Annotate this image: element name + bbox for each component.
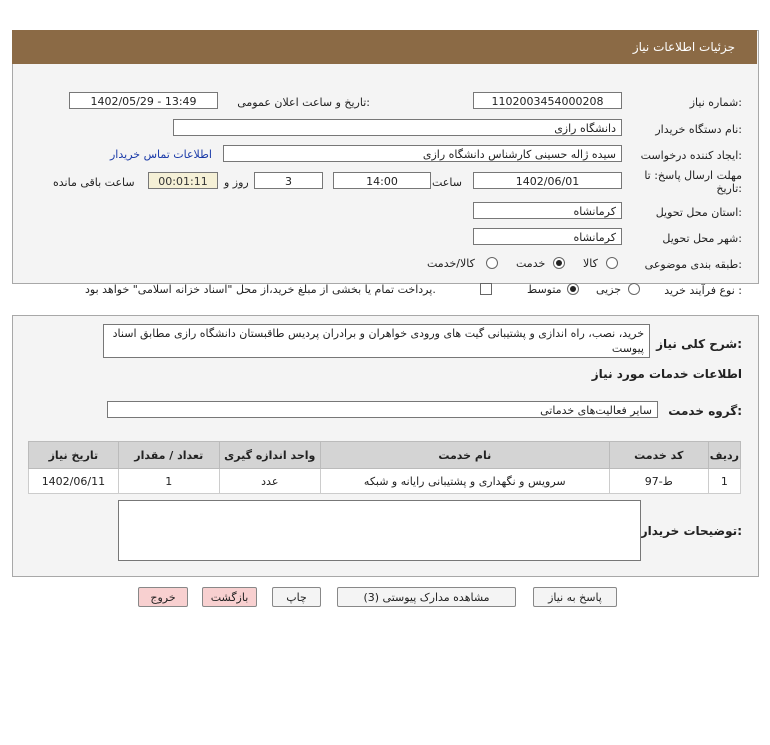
process-label: نوع فرآیند خرید : [664, 284, 742, 297]
page-header: جزئیات اطلاعات نیاز [12, 30, 757, 64]
cell-unit: عدد [218, 468, 321, 494]
table-row: 1 ط-97 سرویس و نگهداری و پشتیبانی رایانه… [28, 468, 742, 494]
province-field: کرمانشاه [473, 202, 622, 219]
buyer-notes-label: توضیحات خریدار: [640, 524, 742, 538]
buyer-org-label: نام دستگاه خریدار: [655, 123, 742, 136]
service-group-field: سایر فعالیت‌های خدماتی [107, 401, 658, 418]
service-group-label: گروه خدمت: [668, 404, 742, 418]
table-header-row: ردیف کد خدمت نام خدمت واحد اندازه گیری ت… [28, 441, 742, 469]
creator-field: سیده ژاله حسینی کارشناس دانشگاه رازی [223, 145, 622, 162]
deadline-date-field: 1402/06/01 [473, 172, 622, 189]
cell-date: 1402/06/11 [28, 468, 119, 494]
category-radio-service[interactable] [553, 257, 565, 269]
col-unit-header: واحد اندازه گیری [218, 441, 321, 469]
need-number-field: 1102003454000208 [473, 92, 622, 109]
col-date-header: تاریخ نیاز [28, 441, 119, 469]
col-code-header: کد خدمت [608, 441, 709, 469]
cell-code: ط-97 [608, 468, 709, 494]
buyer-notes-field [118, 500, 641, 561]
category-option-goods: کالا [583, 257, 598, 270]
summary-label: شرح کلی نیاز: [656, 337, 742, 351]
creator-label: ایجاد کننده درخواست: [640, 149, 742, 162]
deadline-date-label: تاریخ: [716, 182, 742, 195]
process-option-medium: متوسط [527, 283, 562, 296]
print-button[interactable]: چاپ [272, 587, 321, 607]
services-section-title: اطلاعات خدمات مورد نیاز [591, 367, 742, 381]
days-field: 3 [254, 172, 323, 189]
city-field: کرمانشاه [473, 228, 622, 245]
buyer-org-field: دانشگاه رازی [173, 119, 622, 136]
exit-button[interactable]: خروج [138, 587, 188, 607]
back-button[interactable]: بازگشت [202, 587, 257, 607]
days-label: روز و [224, 176, 249, 189]
view-attachments-button[interactable]: مشاهده مدارک پیوستی (3) [337, 587, 516, 607]
province-label: استان محل تحویل: [655, 206, 742, 219]
category-option-service: خدمت [516, 257, 546, 270]
city-label: شهر محل تحویل: [662, 232, 742, 245]
need-number-label: شماره نیاز: [689, 96, 742, 109]
summary-field: خرید، نصب، راه اندازی و پشتیبانی گیت های… [103, 324, 650, 358]
buyer-contact-link[interactable]: اطلاعات تماس خریدار [110, 148, 212, 161]
category-radio-goods[interactable] [606, 257, 618, 269]
reply-button[interactable]: پاسخ به نیاز [533, 587, 617, 607]
process-radio-medium[interactable] [567, 283, 579, 295]
col-name-header: نام خدمت [319, 441, 610, 469]
deadline-time-field: 14:00 [333, 172, 431, 189]
process-radio-minor[interactable] [628, 283, 640, 295]
category-radio-goods-service[interactable] [486, 257, 498, 269]
cell-name: سرویس و نگهداری و پشتیبانی رایانه و شبکه [319, 468, 610, 494]
page-title: جزئیات اطلاعات نیاز [632, 40, 735, 54]
category-option-goods-service: کالا/خدمت [427, 257, 475, 270]
process-option-minor: جزیی [596, 283, 622, 296]
cell-qty: 1 [117, 468, 220, 494]
cell-row: 1 [707, 468, 742, 494]
services-table: ردیف کد خدمت نام خدمت واحد اندازه گیری ت… [28, 441, 742, 494]
remaining-time-field: 00:01:11 [148, 172, 218, 189]
category-label: طبقه بندی موضوعی: [644, 258, 742, 271]
treasury-payment-checkbox[interactable] [480, 283, 492, 295]
col-row-header: ردیف [707, 441, 742, 469]
deadline-label: مهلت ارسال پاسخ: تا [644, 169, 742, 182]
treasury-payment-note: پرداخت تمام یا بخشی از مبلغ خرید،از محل … [85, 283, 436, 296]
col-qty-header: تعداد / مقدار [117, 441, 220, 469]
announce-field: 1402/05/29 - 13:49 [69, 92, 218, 109]
remaining-label: ساعت باقی مانده [53, 176, 135, 189]
time-label: ساعت [432, 176, 462, 189]
announce-label: تاریخ و ساعت اعلان عمومی: [237, 96, 370, 109]
